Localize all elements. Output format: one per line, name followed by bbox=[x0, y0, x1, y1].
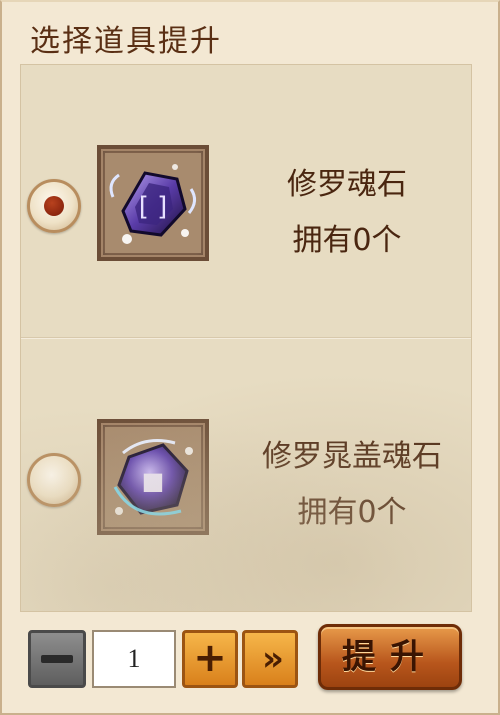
item-count: 拥有0个 bbox=[292, 223, 402, 258]
item-slot[interactable]: [ ] bbox=[97, 145, 209, 261]
item-radio-unselected[interactable] bbox=[27, 453, 81, 507]
increase-button[interactable]: + bbox=[182, 630, 238, 688]
double-chevron-right-icon: » bbox=[262, 639, 284, 679]
plus-icon: + bbox=[193, 635, 227, 681]
panel-title: 选择道具提升 bbox=[30, 24, 222, 59]
item-name: 修罗晁盖魂石 bbox=[262, 439, 442, 474]
list-item-xiuluo-chaogai-soul-stone[interactable]: ■ 修罗晁盖魂石 拥有0个 bbox=[21, 339, 471, 611]
purple-glyph-stone-icon: ■ bbox=[105, 427, 201, 527]
svg-text:■: ■ bbox=[142, 467, 165, 495]
decrease-button[interactable] bbox=[28, 630, 86, 688]
item-upgrade-panel: 选择道具提升 [ ] 修罗魂石 拥有0个 ■ 修罗晁盖魂石 拥有0个 1 + »… bbox=[0, 0, 500, 715]
max-quantity-button[interactable]: » bbox=[242, 630, 298, 688]
item-name: 修罗魂石 bbox=[287, 167, 407, 202]
purple-rune-stone-icon: [ ] bbox=[105, 153, 201, 253]
item-slot[interactable]: ■ bbox=[97, 419, 209, 535]
quantity-controls: 1 + » 提升 bbox=[2, 620, 500, 700]
item-list: [ ] 修罗魂石 拥有0个 ■ 修罗晁盖魂石 拥有0个 bbox=[20, 64, 472, 612]
item-count: 拥有0个 bbox=[297, 495, 407, 530]
svg-text:[ ]: [ ] bbox=[139, 192, 168, 222]
list-item-xiuluo-soul-stone[interactable]: [ ] 修罗魂石 拥有0个 bbox=[21, 65, 471, 337]
upgrade-button[interactable]: 提升 bbox=[318, 624, 462, 690]
item-radio-selected[interactable] bbox=[27, 179, 81, 233]
quantity-input[interactable]: 1 bbox=[92, 630, 176, 688]
